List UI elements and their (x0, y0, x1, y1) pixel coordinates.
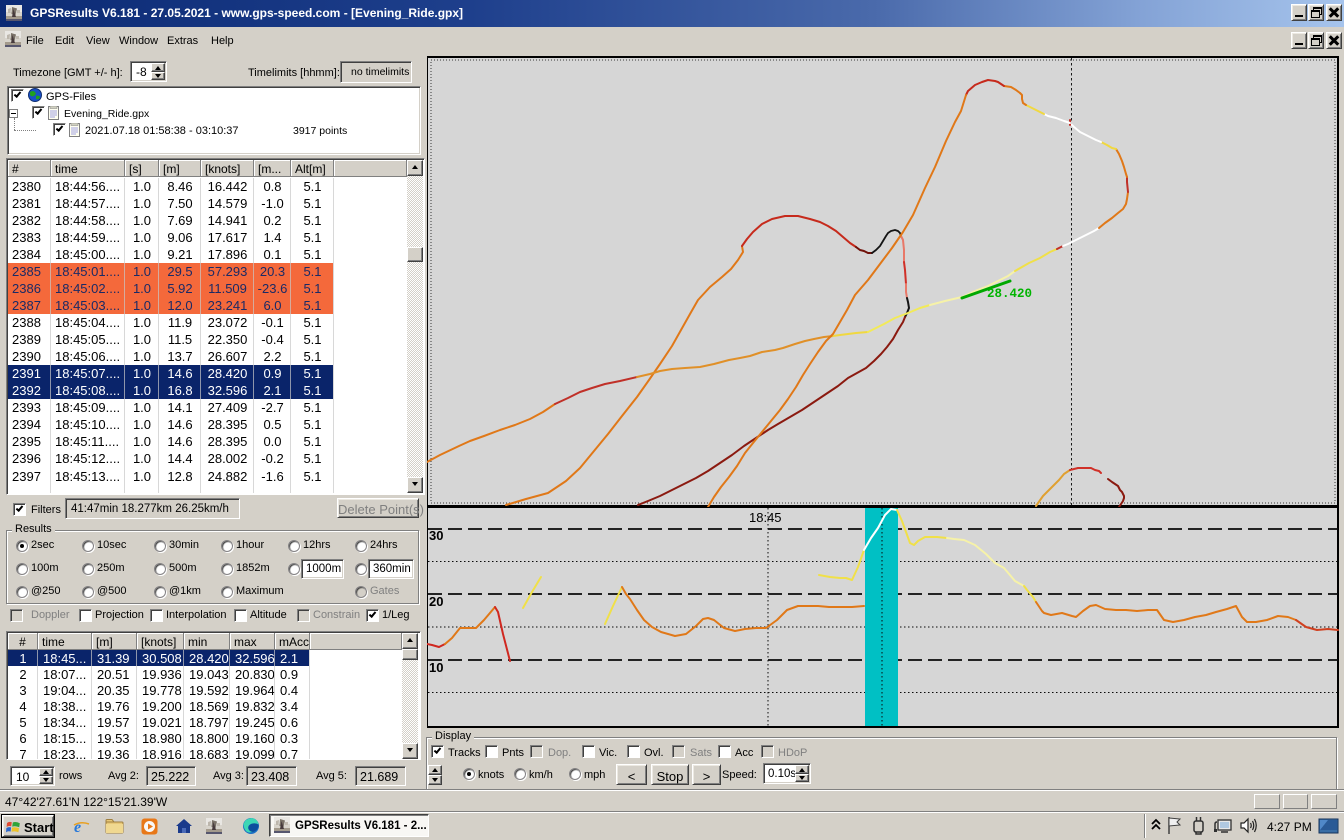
svg-text:28.420: 28.420 (987, 287, 1032, 301)
svg-text:18:45: 18:45 (749, 510, 782, 525)
svg-text:e: e (74, 819, 81, 835)
svg-text:30: 30 (429, 528, 443, 543)
svg-text:10: 10 (429, 660, 443, 675)
svg-text:20: 20 (429, 594, 443, 609)
